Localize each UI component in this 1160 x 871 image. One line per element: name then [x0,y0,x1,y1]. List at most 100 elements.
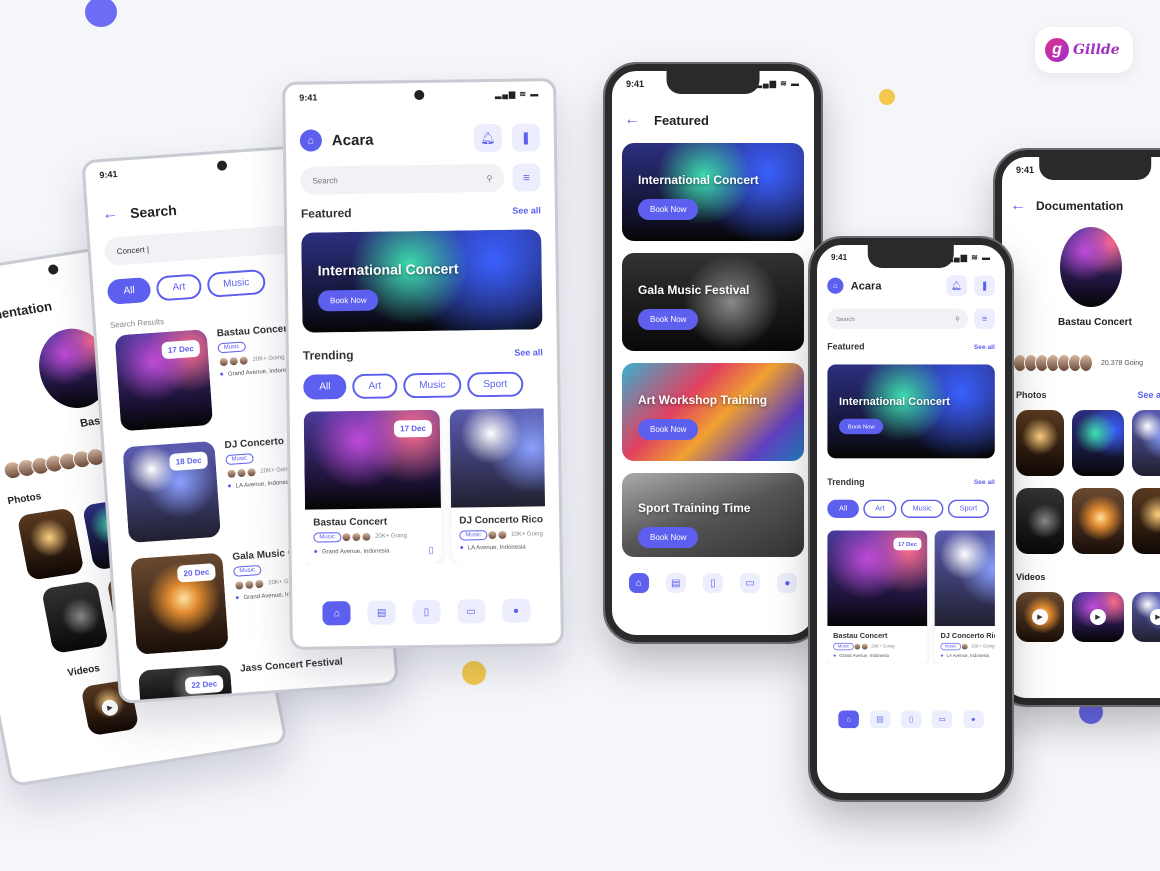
filter-icon[interactable]: ≡ [974,308,995,330]
event-card[interactable]: 17 Dec Bastau Concert Music 20K+ Going ● Gran… [827,530,928,665]
date-badge: 18 Dec [169,451,209,471]
location-pin-icon: ● [833,653,837,659]
search-input[interactable]: Search ⚲ [300,163,505,195]
featured-card[interactable]: International Concert Book Now [301,229,543,333]
event-name: Bastau Concert [1058,317,1132,328]
tag: Music [217,341,246,354]
featured-card[interactable]: Sport Training Time Book Now [622,473,804,557]
date-badge: 20 Dec [177,563,216,583]
featured-card[interactable]: Gala Music Festival Book Now [622,253,804,351]
location: LA Avenue, Indonesia [235,478,294,489]
photo-thumb[interactable] [1072,410,1124,476]
book-now-button[interactable]: Book Now [638,309,699,330]
app-logo: ⌂ [827,277,844,294]
featured-card[interactable]: International Concert Book Now [827,364,995,459]
event-card[interactable]: DJ Concerto Rico Music 10K+ Going ●LA Avenu… [934,530,995,665]
book-now-button[interactable]: Book Now [317,289,379,312]
home-icon[interactable]: ⌂ [628,573,649,593]
event-card[interactable]: DJ Concerto Rico Music 10K+ Going ●LA Avenu… [449,408,546,564]
bell-icon[interactable]: 🔔︎ [473,123,503,153]
video-thumb[interactable]: ▶ [1132,592,1160,642]
tickets-icon[interactable]: ▤ [869,710,891,729]
phone-home-iphone: 9:41 ▂▄▆ ≋ ▬ ⌂ Acara 🔔︎ ❚ Search ⚲ ≡ Feature… [808,236,1014,802]
book-now-button[interactable]: Book Now [638,199,699,220]
calendar-icon[interactable]: ▭ [457,599,486,624]
status-time: 9:41 [99,168,118,181]
tickets-icon[interactable]: ▤ [367,600,396,625]
photo-thumb[interactable] [41,580,109,654]
chip-music[interactable]: Music [403,372,462,399]
book-now-button[interactable]: Book Now [839,418,884,435]
bookmark-icon[interactable]: ❚ [974,275,995,296]
see-all-trending-link[interactable]: See all [974,478,995,485]
location-pin-icon: ● [235,594,240,602]
see-all-featured-link[interactable]: See all [974,343,995,350]
calendar-icon[interactable]: ▭ [931,710,953,729]
see-all-trending-link[interactable]: See all [514,347,543,357]
doc-title: Documentation [1036,199,1124,213]
photos-label: Photos [1016,390,1047,400]
book-now-button[interactable]: Book Now [638,527,699,548]
photo-thumb[interactable] [16,507,85,581]
chip-art[interactable]: Art [352,373,398,399]
date-badge: 22 Dec [184,674,224,695]
chip-all[interactable]: All [106,276,152,305]
featured-card[interactable]: International Concert Book Now [622,143,804,241]
chip-music[interactable]: Music [900,499,944,518]
video-thumb[interactable]: ▶ [1072,592,1124,642]
photo-thumb[interactable] [1072,488,1124,554]
app-logo: ⌂ [299,129,323,152]
bottom-nav: ⌂ ▤ ▯ ▭ ● [827,703,995,735]
home-icon[interactable]: ⌂ [838,710,860,729]
location: Grand Avenue, Indonesia [321,547,390,555]
photo-thumb[interactable] [1132,410,1160,476]
see-all-featured-link[interactable]: See all [512,205,541,215]
bookmark-icon[interactable]: ▯ [429,545,434,556]
profile-icon[interactable]: ● [963,710,984,729]
chip-sport[interactable]: Sport [947,499,989,518]
trending-heading: Trending [302,347,354,363]
tag: Music [225,453,254,466]
photo-thumb[interactable] [1132,488,1160,554]
map-icon[interactable]: ▯ [900,710,922,729]
featured-card[interactable]: Art Workshop Training Book Now [622,363,804,461]
home-icon[interactable]: ⌂ [322,601,352,626]
photo-thumb[interactable] [1016,488,1064,554]
back-arrow-icon[interactable]: ← [624,111,640,129]
chip-sport[interactable]: Sport [467,371,524,398]
bookmark-icon[interactable]: ❚ [511,123,541,152]
chip-all[interactable]: All [827,499,859,518]
map-icon[interactable]: ▯ [702,573,723,593]
date-badge: 17 Dec [893,537,922,551]
going-count: 10K+ Going [971,644,995,649]
profile-icon[interactable]: ● [777,573,798,593]
videos-label: Videos [1016,572,1046,582]
status-time: 9:41 [1016,165,1035,175]
tickets-icon[interactable]: ▤ [665,573,686,593]
chip-art[interactable]: Art [863,499,897,518]
decor-dot-blue [85,0,117,27]
event-title: Bastau Concert [313,516,388,529]
phone-home-android: 9:41 ▂▄▆ ≋ ▬ ⌂ Acara 🔔︎ ❚ Search ⚲ ≡ Feature… [282,78,564,650]
book-now-button[interactable]: Book Now [638,419,699,440]
going-count: 10K+ Going [511,531,543,538]
profile-icon[interactable]: ● [501,598,531,623]
event-card[interactable]: 17 Dec Bastau Concert Music 20K+ Going ● Gran… [303,409,442,566]
status-time: 9:41 [831,253,848,262]
phone-featured: 9:41 ▂▄▆ ≋ ▬ ← Featured International Conc… [603,62,823,644]
chip-all[interactable]: All [303,374,347,400]
bottom-nav: ⌂ ▤ ▯ ▭ ● [612,557,814,603]
filter-icon[interactable]: ≡ [512,163,541,192]
calendar-icon[interactable]: ▭ [740,573,761,593]
map-icon[interactable]: ▯ [412,599,441,625]
chip-music[interactable]: Music [206,268,267,298]
back-arrow-icon[interactable]: ← [1010,197,1026,215]
back-arrow-icon[interactable]: ← [102,205,119,224]
bell-icon[interactable]: 🔔︎ [946,275,967,296]
video-thumb[interactable]: ▶ [1016,592,1064,642]
event-title: Bastau Concert [833,631,888,640]
chip-art[interactable]: Art [155,273,203,302]
photo-thumb[interactable] [1016,410,1064,476]
see-all-photos-link[interactable]: See all [1137,390,1160,400]
search-input[interactable]: Search ⚲ [827,308,969,330]
